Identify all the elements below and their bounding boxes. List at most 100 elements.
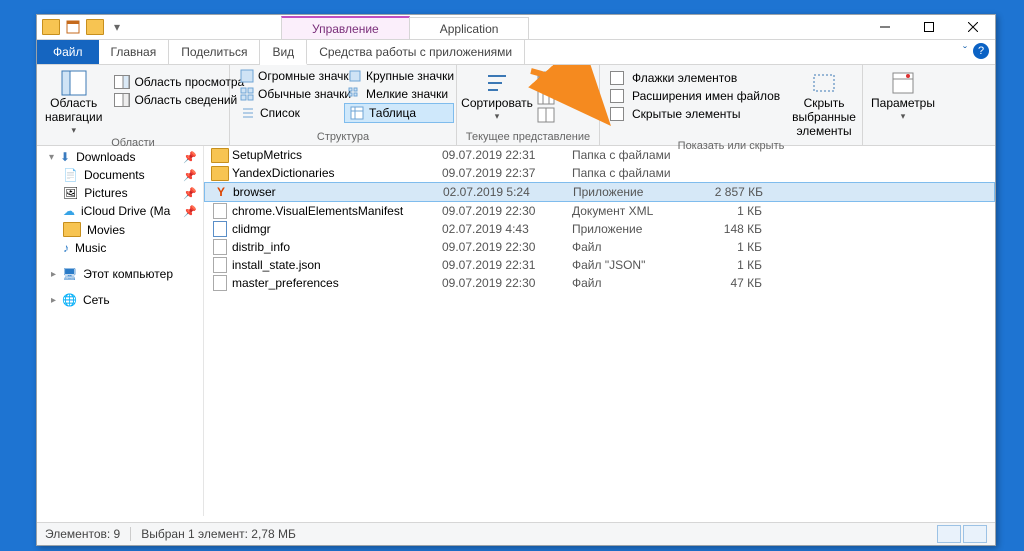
filename-extensions-toggle[interactable]: Расширения имен файлов [606,88,784,104]
file-list[interactable]: SetupMetrics09.07.2019 22:31Папка с файл… [204,146,995,516]
file-icon [213,239,227,255]
tab-label: Вид [272,45,294,59]
qat-new-folder-button[interactable] [85,17,105,37]
explorer-window: ▾ Управление Application Файл Главная По… [36,14,996,546]
tab-label: Главная [111,45,157,59]
help-button[interactable]: ? [973,43,989,59]
button-label: Скрыть выбранные элементы [792,97,856,138]
file-name: master_preferences [232,276,442,290]
layout-medium-button[interactable]: Обычные значки [236,85,344,103]
nav-label: Этот компьютер [83,267,173,281]
file-row[interactable]: distrib_info09.07.2019 22:30Файл1 КБ [204,238,995,256]
maximize-button[interactable] [907,15,951,39]
view-details-button[interactable] [937,525,961,543]
file-row[interactable]: install_state.json09.07.2019 22:31Файл "… [204,256,995,274]
contextual-tab-label: Управление [312,22,379,36]
pin-icon: 📌 [183,205,197,218]
folder-icon [41,17,61,37]
file-row[interactable]: SetupMetrics09.07.2019 22:31Папка с файл… [204,146,995,164]
navigation-pane[interactable]: ▾⬇Downloads📌 📄Documents📌 🖼Pictures📌 ☁iCl… [37,146,204,516]
file-date: 09.07.2019 22:30 [442,240,572,254]
ribbon-group-panes: Область навигации▾ Область просмотра Обл… [37,65,230,145]
minimize-button[interactable] [863,15,907,39]
options-icon [889,69,917,97]
button-label: Параметры [871,97,935,111]
nav-label: Pictures [84,186,127,200]
layout-details-button[interactable]: Таблица [344,103,454,123]
tab-home[interactable]: Главная [99,40,170,64]
file-type: Файл [572,240,692,254]
file-row[interactable]: chrome.VisualElementsManifest09.07.2019 … [204,202,995,220]
qat-dropdown-button[interactable]: ▾ [107,17,127,37]
sort-by-button[interactable]: Сортировать▾ [463,67,531,123]
nav-downloads[interactable]: ▾⬇Downloads📌 [37,148,203,166]
details-pane-button[interactable]: Область сведений [110,91,248,109]
toggle-label: Расширения имен файлов [632,89,780,103]
button-label: Таблица [369,106,416,120]
tab-apptools[interactable]: Средства работы с приложениями [307,40,525,64]
button-label: Мелкие значки [366,87,448,101]
window-title-text: Application [440,22,499,36]
folder-icon [211,166,229,181]
window-title: Application [409,17,530,39]
preview-pane-button[interactable]: Область просмотра [110,73,248,91]
file-size: 1 КБ [692,258,762,272]
qat-properties-button[interactable] [63,17,83,37]
list-icon [240,105,256,121]
tab-view[interactable]: Вид [260,40,307,65]
nav-icloud[interactable]: ☁iCloud Drive (Ma📌 [37,202,203,220]
hide-selected-button[interactable]: Скрыть выбранные элементы [790,67,858,140]
file-date: 02.07.2019 4:43 [442,222,572,236]
pin-icon: 📌 [183,169,197,182]
file-name: install_state.json [232,258,442,272]
navigation-pane-button[interactable]: Область навигации▾ [43,67,104,137]
content-area: ▾⬇Downloads📌 📄Documents📌 🖼Pictures📌 ☁iCl… [37,146,995,516]
button-label: Область навигации [45,97,102,125]
hidden-items-toggle[interactable]: Скрытые элементы [606,106,784,122]
file-type: Приложение [572,222,692,236]
nav-this-pc[interactable]: ▸🖥Этот компьютер [37,265,203,283]
contextual-tab-manage[interactable]: Управление [281,16,410,39]
file-date: 09.07.2019 22:31 [442,148,572,162]
options-button[interactable]: Параметры▾ [869,67,937,123]
layout-extra-large-button[interactable]: Огромные значки [236,67,344,85]
add-columns-icon[interactable] [537,89,555,105]
tab-share[interactable]: Поделиться [169,40,260,64]
details-pane-icon [114,92,130,108]
file-size: 1 КБ [692,204,762,218]
item-checkboxes-toggle[interactable]: Флажки элементов [606,70,784,86]
file-row[interactable]: YandexDictionaries09.07.2019 22:37Папка … [204,164,995,182]
layout-small-button[interactable]: Мелкие значки [344,85,452,103]
group-by-icon[interactable] [537,71,555,87]
file-row[interactable]: clidmgr02.07.2019 4:43Приложение148 КБ [204,220,995,238]
ribbon-group-options: Параметры▾ [863,65,947,145]
status-item-count: Элементов: 9 [45,527,120,541]
file-name: chrome.VisualElementsManifest [232,204,442,218]
close-button[interactable] [951,15,995,39]
details-icon [349,105,365,121]
view-large-icons-button[interactable] [963,525,987,543]
chevron-down-icon: ▾ [49,152,54,163]
nav-documents[interactable]: 📄Documents📌 [37,166,203,184]
file-name: browser [233,185,443,199]
file-size: 1 КБ [692,240,762,254]
file-row[interactable]: master_preferences09.07.2019 22:30Файл47… [204,274,995,292]
status-selection: Выбран 1 элемент: 2,78 МБ [141,527,296,541]
file-row[interactable]: Ybrowser02.07.2019 5:24Приложение2 857 К… [204,182,995,202]
nav-network[interactable]: ▸🌐Сеть [37,291,203,309]
nav-music[interactable]: ♪Music [37,239,203,257]
small-icons-icon [348,86,362,102]
computer-icon: 🖥 [62,267,77,281]
ribbon-group-current-view: Сортировать▾ Текущее представление [457,65,600,145]
nav-movies[interactable]: Movies [37,220,203,239]
nav-pictures[interactable]: 🖼Pictures📌 [37,184,203,202]
ribbon-collapse-button[interactable]: ˇ [963,44,967,58]
button-label: Обычные значки [258,87,351,101]
layout-large-button[interactable]: Крупные значки [344,67,452,85]
size-columns-icon[interactable] [537,107,555,123]
pin-icon: 📌 [183,151,197,164]
file-type: Папка с файлами [572,166,692,180]
file-name: SetupMetrics [232,148,442,162]
tab-file[interactable]: Файл [37,40,99,64]
layout-list-button[interactable]: Список [236,103,344,123]
